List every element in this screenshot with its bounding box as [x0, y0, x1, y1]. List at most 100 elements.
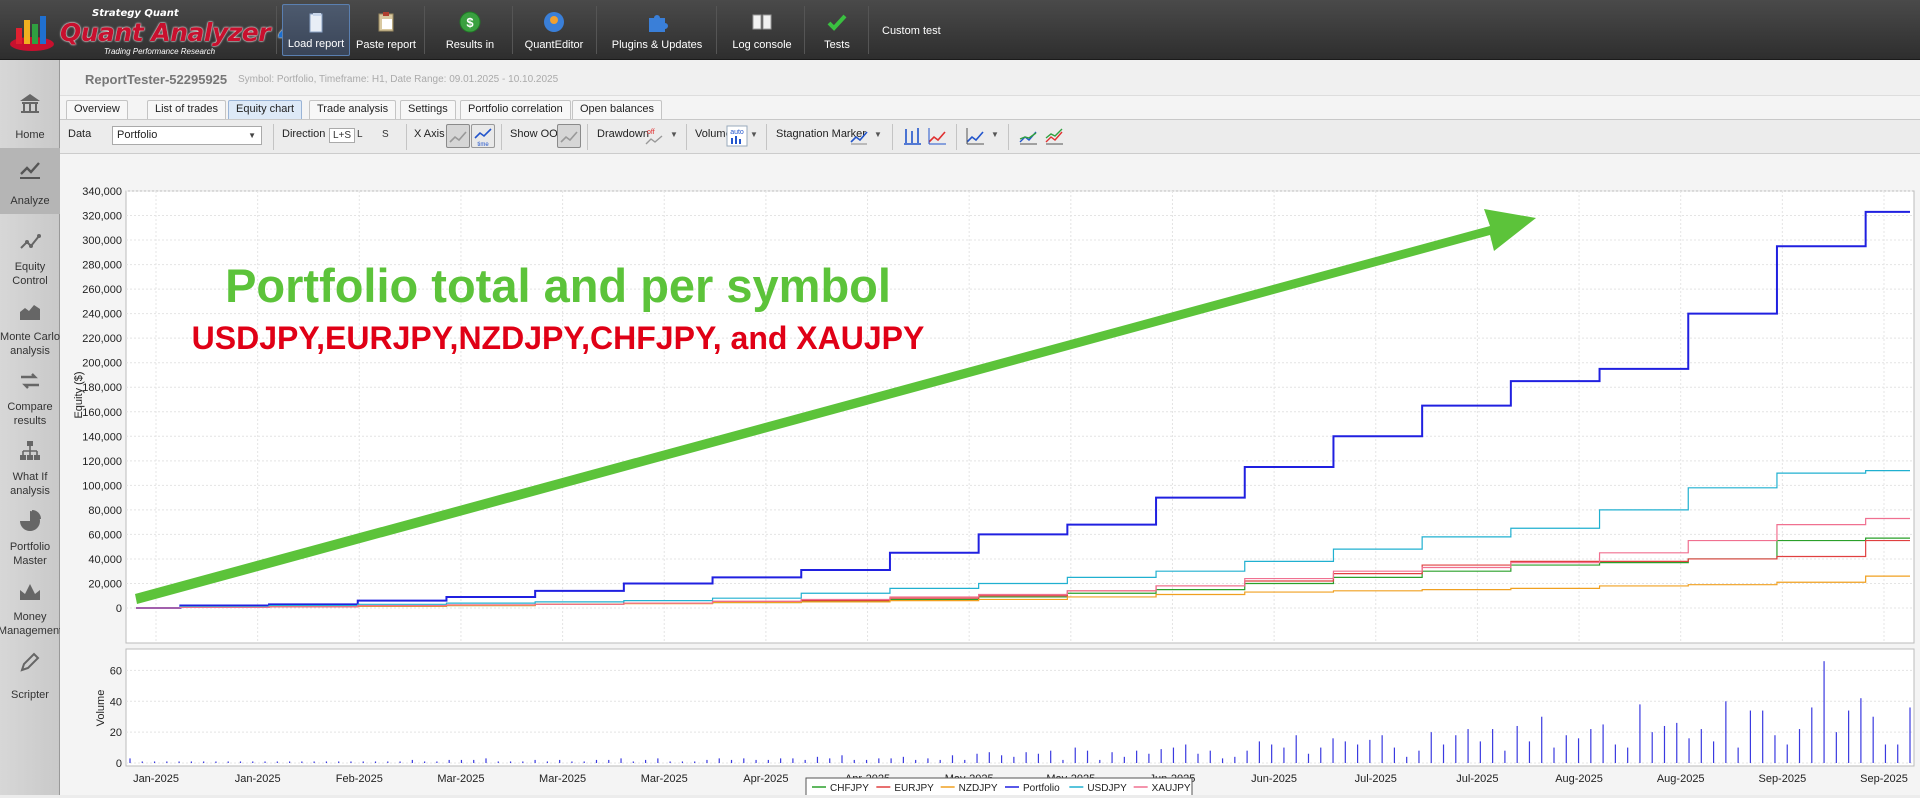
- analyze-chart-icon: [20, 162, 40, 179]
- volume-y-axis-label: Volume: [95, 690, 107, 727]
- xaxis-time-toggle[interactable]: time: [471, 124, 495, 148]
- custom-test-link[interactable]: Custom test: [882, 25, 941, 37]
- logo-tagline: Trading Performance Research: [104, 47, 216, 56]
- equity-y-tick-label: 260,000: [82, 284, 122, 296]
- time-chart-icon: time: [474, 128, 492, 148]
- data-select[interactable]: Portfolio ▼: [112, 126, 262, 145]
- x-tick-label: Mar-2025: [539, 773, 586, 785]
- chart-legend: CHFJPY EURJPY NZDJPY Portfolio USDJPY XAUJPY: [805, 777, 1193, 797]
- sidebar-item-scripter[interactable]: Scripter: [0, 642, 60, 708]
- main-toolbar: Strategy Quant Quant Analyzer 4 Trading …: [0, 0, 1920, 60]
- tab-open-balances[interactable]: Open balances: [572, 100, 662, 119]
- plugins-updates-button[interactable]: Plugins & Updates: [604, 4, 710, 56]
- volume-y-tick-label: 40: [110, 696, 122, 708]
- x-tick-label: Sep-2025: [1860, 773, 1908, 785]
- tab-settings[interactable]: Settings: [400, 100, 456, 119]
- x-tick-label: Aug-2025: [1555, 773, 1603, 785]
- equity-y-tick-label: 320,000: [82, 211, 122, 223]
- equity-y-tick-label: 340,000: [82, 186, 122, 198]
- equity-y-tick-label: 140,000: [82, 431, 122, 443]
- sidebar-item-what-if[interactable]: What If analysis: [0, 430, 60, 504]
- load-report-button[interactable]: Load report: [282, 4, 350, 56]
- equity-chart[interactable]: 340,000 320,000 300,000 280,000 260,000 240,0…: [60, 155, 1920, 797]
- sidebar-item-home[interactable]: Home: [0, 82, 60, 148]
- tab-overview[interactable]: Overview: [66, 100, 128, 119]
- results-in-button[interactable]: $ Results in: [432, 4, 508, 56]
- oos-chart-icon: [560, 131, 578, 143]
- equity-y-tick-label: 20,000: [88, 578, 122, 590]
- equity-y-tick-label: 220,000: [82, 333, 122, 345]
- monte-carlo-icon: [20, 305, 40, 320]
- sidebar-item-label: What If analysis: [10, 471, 50, 497]
- equity-control-icon: [20, 234, 41, 249]
- drawdown-dropdown-icon[interactable]: ▼: [670, 130, 678, 139]
- equity-y-tick-label: 180,000: [82, 382, 122, 394]
- chart-type-icon[interactable]: [965, 126, 985, 146]
- xaxis-trades-toggle[interactable]: [446, 124, 470, 148]
- sidebar-item-label: Portfolio Master: [9, 541, 51, 567]
- overlay-chart-icon[interactable]: [1018, 126, 1038, 146]
- sidebar-item-analyze[interactable]: Analyze: [0, 148, 60, 214]
- chart-type-dropdown-icon[interactable]: ▼: [991, 130, 999, 139]
- puzzle-icon: [649, 15, 668, 32]
- money-management-icon: [20, 584, 40, 600]
- equity-y-tick-label: 100,000: [82, 480, 122, 492]
- x-tick-label: Apr-2025: [743, 773, 788, 785]
- annotation-headline: Portfolio total and per symbol: [225, 259, 891, 312]
- multi-series-icon[interactable]: [1044, 126, 1064, 146]
- paste-report-button[interactable]: Paste report: [352, 4, 420, 56]
- direction-ls[interactable]: L+S: [329, 128, 356, 143]
- show-oos-toggle[interactable]: [557, 124, 581, 148]
- data-label: Data: [68, 128, 92, 140]
- sidebar-item-compare-results[interactable]: Compare results: [0, 360, 60, 434]
- volume-y-tick-label: 0: [116, 758, 122, 770]
- equity-y-tick-label: 80,000: [88, 505, 122, 517]
- direction-short[interactable]: S: [379, 128, 392, 141]
- equity-y-tick-label: 60,000: [88, 529, 122, 541]
- sidebar-item-label: Monte Carlo analysis: [0, 331, 60, 357]
- quant-editor-button[interactable]: QuantEditor: [518, 4, 590, 56]
- equity-y-tick-label: 300,000: [82, 235, 122, 247]
- load-report-label: Load report: [287, 38, 345, 50]
- drawdown-icon[interactable]: off: [644, 126, 664, 146]
- volume-state: auto: [730, 129, 744, 136]
- sidebar-item-label: Money Management: [0, 611, 63, 637]
- legend-label: Portfolio: [1023, 783, 1060, 794]
- paste-report-label: Paste report: [356, 39, 416, 51]
- volume-dropdown-icon[interactable]: ▼: [750, 130, 758, 139]
- stagnation-dropdown-icon[interactable]: ▼: [874, 130, 882, 139]
- compare-icon: [21, 373, 39, 389]
- sidebar-item-label: Scripter: [11, 689, 49, 701]
- app-logo: Strategy Quant Quant Analyzer 4 Trading …: [4, 6, 296, 56]
- sidebar-item-equity-control[interactable]: Equity Control: [0, 220, 60, 294]
- sidebar-item-money-management[interactable]: Money Management: [0, 570, 63, 644]
- sidebar-item-portfolio-master[interactable]: Portfolio Master: [0, 500, 60, 574]
- dollar-icon: $: [459, 11, 481, 33]
- log-console-label: Log console: [732, 39, 792, 51]
- sidebar: Home Analyze Equity Control Monte Carlo …: [0, 60, 63, 795]
- x-tick-label: Aug-2025: [1657, 773, 1705, 785]
- equity-line-icon[interactable]: [927, 126, 947, 146]
- x-tick-label: Feb-2025: [336, 773, 383, 785]
- equity-y-tick-label: 40,000: [88, 554, 122, 566]
- stagnation-icon[interactable]: [849, 126, 869, 146]
- tab-portfolio-correlation[interactable]: Portfolio correlation: [460, 100, 571, 119]
- drawdown-label: Drawdown: [597, 128, 649, 140]
- report-tabs: Overview List of trades Equity chart Tra…: [60, 98, 1920, 120]
- direction-long[interactable]: L: [354, 128, 366, 141]
- legend-label: EURJPY: [894, 783, 934, 794]
- candle-chart-icon[interactable]: [902, 126, 922, 146]
- svg-text:$: $: [466, 15, 474, 30]
- volume-icon[interactable]: auto: [726, 125, 748, 147]
- tab-equity-chart[interactable]: Equity chart: [228, 100, 303, 119]
- tab-list-of-trades[interactable]: List of trades: [147, 100, 226, 119]
- sidebar-item-monte-carlo[interactable]: Monte Carlo analysis: [0, 290, 60, 364]
- tab-trade-analysis[interactable]: Trade analysis: [309, 100, 397, 119]
- tests-button[interactable]: Tests: [812, 4, 862, 56]
- legend-label: CHFJPY: [830, 783, 869, 794]
- x-tick-label: Jul-2025: [1456, 773, 1498, 785]
- hierarchy-icon: [20, 441, 40, 460]
- log-console-button[interactable]: Log console: [726, 4, 798, 56]
- load-report-icon: [309, 13, 323, 33]
- data-select-value: Portfolio: [117, 129, 158, 141]
